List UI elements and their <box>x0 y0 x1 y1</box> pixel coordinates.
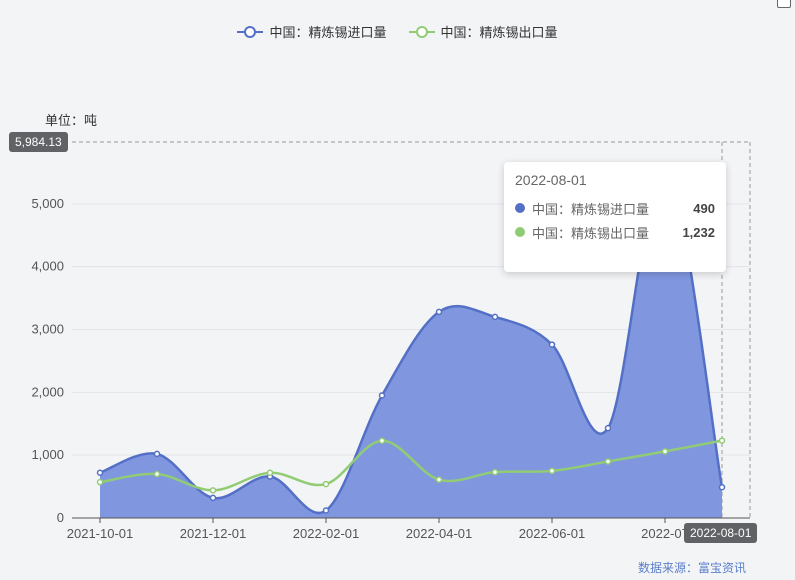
import-point <box>153 450 161 458</box>
import-point <box>435 308 443 316</box>
export-point <box>209 487 217 494</box>
y-tick-label: 5,000 <box>31 196 64 211</box>
import-point <box>491 313 499 321</box>
legend-line-icon <box>237 25 264 38</box>
y-tick-label: 2,000 <box>31 384 64 399</box>
y-tick-label: 1,000 <box>31 447 64 462</box>
export-point <box>322 480 330 488</box>
tooltip-series-value: 490 <box>693 200 715 216</box>
unit-label: 单位：吨 <box>45 113 98 128</box>
y-tick-label: 3,000 <box>31 322 64 337</box>
tooltip-series-name: 中国：精炼锡进口量 <box>532 201 650 217</box>
export-point <box>96 478 104 486</box>
chart-tooltip: 2022-08-01 中国：精炼锡进口量 490 中国：精炼锡出口量 1,232 <box>504 162 726 272</box>
x-tick-label: 2022-07 <box>641 526 689 541</box>
export-point <box>378 437 386 444</box>
legend-line-icon <box>408 25 435 38</box>
export-point <box>153 470 161 478</box>
x-tick-label: 2022-06-01 <box>519 526 586 541</box>
legend-label-import: 中国：精炼锡进口量 <box>269 25 387 40</box>
import-point <box>718 483 726 491</box>
export-point <box>435 476 443 483</box>
chart-canvas: 0 1,000 2,000 3,000 4,000 5,000 2021-10-01 2021… <box>31 141 751 541</box>
import-point <box>96 469 104 477</box>
tooltip-title: 2022-08-01 <box>515 172 587 188</box>
chart-legend: 中国：精炼锡进口量 中国：精炼锡出口量 <box>0 22 795 41</box>
import-point <box>378 392 386 399</box>
x-tick-label: 2021-10-01 <box>67 526 134 541</box>
y-axis-pointer-label: 5,984.13 <box>9 132 68 152</box>
x-tick-label: 2022-02-01 <box>293 526 360 541</box>
tooltip-row: 中国：精炼锡出口量 1,232 <box>515 220 715 244</box>
tooltip-row: 中国：精炼锡进口量 490 <box>515 196 715 220</box>
data-source-link[interactable]: 数据来源：富宝资讯 <box>638 559 746 576</box>
series-dot-icon <box>515 227 525 237</box>
legend-label-export: 中国：精炼锡出口量 <box>440 25 558 40</box>
x-tick-label: 2022-04-01 <box>406 526 473 541</box>
import-point <box>604 424 612 432</box>
import-point <box>548 341 556 348</box>
y-tick-label: 4,000 <box>31 259 64 274</box>
x-tick-label: 2021-12-01 <box>180 526 247 541</box>
export-point <box>718 437 726 444</box>
import-point <box>322 507 330 514</box>
tooltip-series-value: 1,232 <box>682 224 715 240</box>
y-tick-label: 0 <box>57 510 64 525</box>
export-point <box>604 458 612 465</box>
export-point <box>266 469 274 477</box>
export-point <box>661 448 669 455</box>
legend-item-import[interactable]: 中国：精炼锡进口量 <box>237 22 387 41</box>
export-point <box>548 467 556 475</box>
x-axis-pointer-label: 2022-08-01 <box>684 523 758 543</box>
tooltip-series-name: 中国：精炼锡出口量 <box>532 225 650 241</box>
series-dot-icon <box>515 203 525 213</box>
save-icon[interactable] <box>777 0 791 8</box>
export-point <box>491 468 499 476</box>
legend-item-export[interactable]: 中国：精炼锡出口量 <box>408 22 558 41</box>
import-point <box>209 494 217 502</box>
